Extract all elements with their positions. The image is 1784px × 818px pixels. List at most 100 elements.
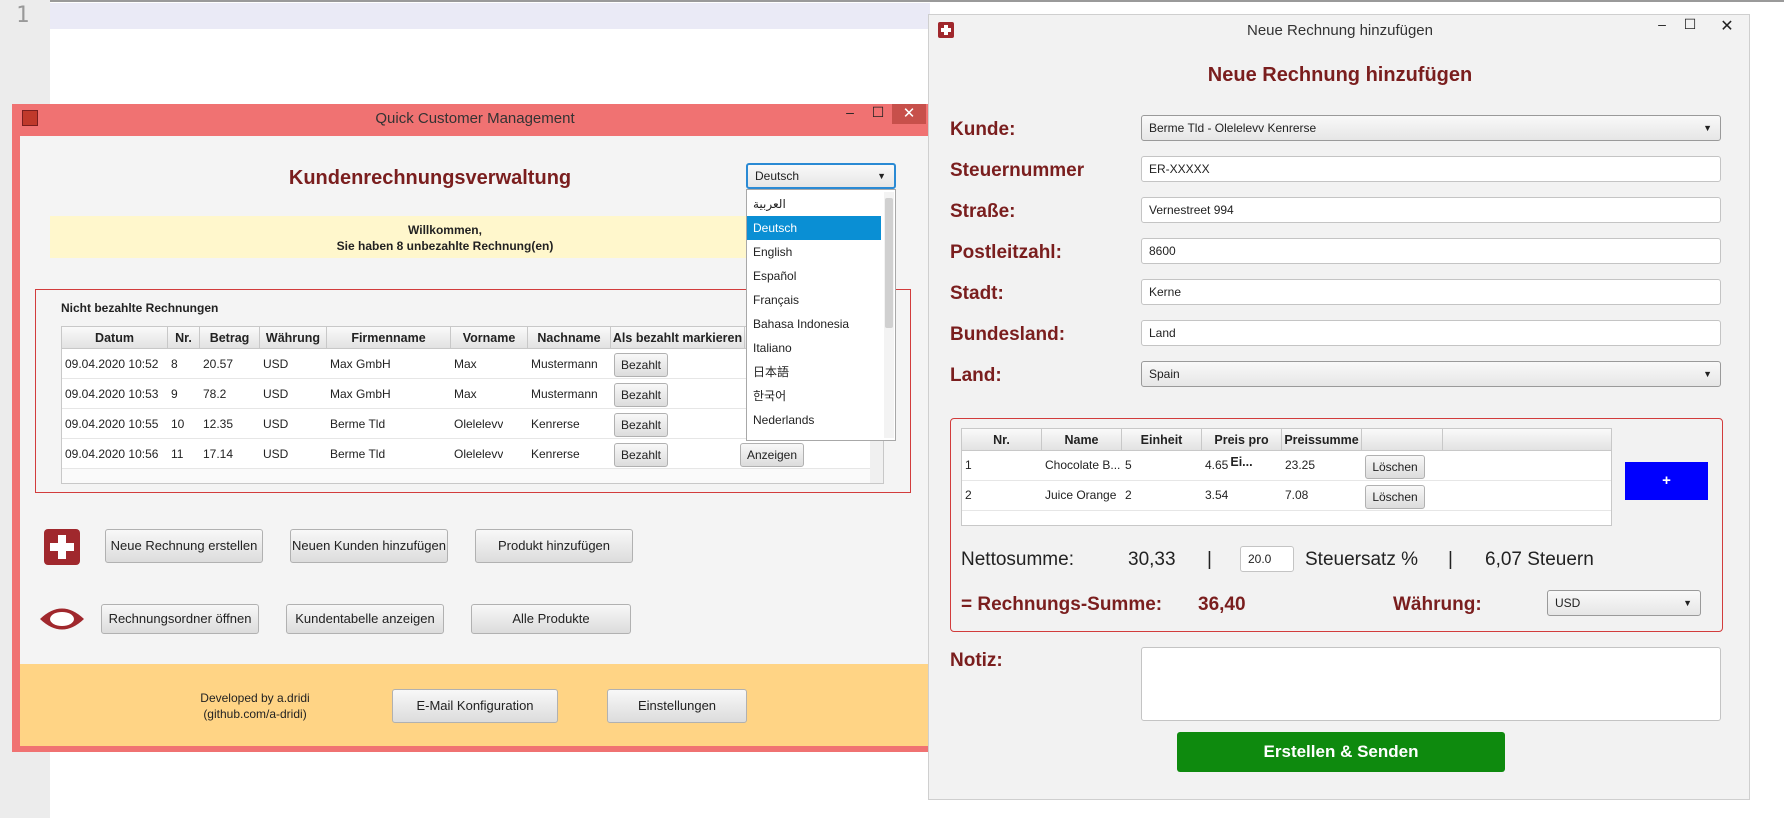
language-option[interactable]: English	[747, 240, 881, 264]
red-cross-icon	[44, 529, 80, 565]
note-textarea[interactable]	[1141, 647, 1721, 721]
products-table[interactable]: Nr. Name Einheit Preis pro Ei... Preissu…	[961, 428, 1612, 526]
cell-nachname: Kenrerse	[531, 447, 580, 461]
label-kunde: Kunde:	[950, 119, 1016, 140]
close-icon[interactable]: ✕	[1710, 16, 1744, 36]
label-strasse: Straße:	[950, 201, 1016, 222]
editor-top-edge	[0, 0, 1784, 2]
cell-preis: 4.65	[1205, 458, 1229, 472]
cell-betrag: 20.57	[203, 357, 234, 371]
label-steuernummer: Steuernummer	[950, 160, 1085, 181]
dropdown-scrollbar[interactable]	[884, 192, 894, 438]
developer-credit: Developed by a.dridi (github.com/a-dridi…	[180, 690, 330, 722]
cell-nachname: Kenrerse	[531, 417, 580, 431]
add-product-row-button[interactable]: +	[1625, 462, 1708, 500]
language-option[interactable]: 한국어	[747, 384, 881, 408]
net-sum-value: 30,33	[1128, 549, 1176, 570]
language-option[interactable]: Nederlands	[747, 408, 881, 432]
cell-name: Juice Orange	[1045, 488, 1117, 502]
delete-product-button[interactable]: Löschen	[1365, 485, 1425, 509]
col-header[interactable]: Nr.	[962, 429, 1042, 451]
label-bundesland: Bundesland:	[950, 324, 1066, 345]
cell-name: Chocolate B...	[1045, 458, 1121, 472]
minimize-icon[interactable]: –	[1650, 16, 1674, 36]
mark-paid-button[interactable]: Bezahlt	[614, 413, 668, 437]
all-products-button[interactable]: Alle Produkte	[471, 604, 631, 634]
new-invoice-button[interactable]: Neue Rechnung erstellen	[105, 529, 263, 563]
cell-einheit: 2	[1125, 488, 1132, 502]
street-field[interactable]: Vernestreet 994	[1141, 197, 1721, 223]
minimize-icon[interactable]: –	[838, 104, 862, 128]
col-header[interactable]: Preissumme	[1282, 429, 1362, 451]
country-select[interactable]: Spain ▼	[1141, 361, 1721, 387]
mark-paid-button[interactable]: Bezahlt	[614, 353, 668, 377]
show-invoice-button[interactable]: Anzeigen	[740, 443, 804, 467]
language-option[interactable]: Español	[747, 264, 881, 288]
city-field[interactable]: Kerne	[1141, 279, 1721, 305]
language-option[interactable]: 日本語	[747, 360, 881, 384]
col-header[interactable]: Datum	[62, 327, 168, 349]
cell-nr: 11	[171, 447, 184, 461]
chevron-down-icon: ▼	[1703, 123, 1712, 133]
email-config-button[interactable]: E-Mail Konfiguration	[392, 689, 558, 723]
cell-waehrung: USD	[263, 417, 289, 431]
cell-nr: 9	[171, 387, 178, 401]
customer-select[interactable]: Berme Tld - Olelelevv Kenrerse ▼	[1141, 115, 1721, 141]
col-header[interactable]: Firmenname	[327, 327, 451, 349]
add-product-button[interactable]: Produkt hinzufügen	[475, 529, 633, 563]
language-option-selected[interactable]: Deutsch	[747, 216, 881, 240]
language-option[interactable]: Italiano	[747, 336, 881, 360]
currency-select[interactable]: USD ▼	[1547, 590, 1701, 616]
mark-paid-button[interactable]: Bezahlt	[614, 443, 668, 467]
state-field[interactable]: Land	[1141, 320, 1721, 346]
unpaid-title: Nicht bezahlte Rechnungen	[61, 301, 219, 315]
cell-datum: 09.04.2020 10:55	[65, 417, 159, 431]
col-header[interactable]: Währung	[260, 327, 327, 349]
col-header[interactable]: Vorname	[451, 327, 528, 349]
col-header[interactable]: Einheit	[1122, 429, 1202, 451]
col-header[interactable]: Name	[1042, 429, 1122, 451]
net-sum-label: Nettosumme:	[961, 549, 1074, 570]
col-header[interactable]: Betrag	[200, 327, 260, 349]
language-option[interactable]: Bahasa Indonesia	[747, 312, 881, 336]
label-postleitzahl: Postleitzahl:	[950, 242, 1062, 263]
delete-product-button[interactable]: Löschen	[1365, 455, 1425, 479]
col-header[interactable]: Nr.	[168, 327, 200, 349]
cell-firma: Max GmbH	[330, 387, 391, 401]
language-dropdown-list[interactable]: العربية Deutsch English Español Français…	[746, 189, 896, 441]
col-header-filler	[1443, 429, 1611, 451]
create-and-send-button[interactable]: Erstellen & Senden	[1177, 732, 1505, 772]
language-option[interactable]: Français	[747, 288, 881, 312]
close-icon[interactable]: ✕	[892, 104, 926, 124]
chevron-down-icon: ▼	[877, 171, 886, 181]
show-customer-table-button[interactable]: Kundentabelle anzeigen	[286, 604, 444, 634]
welcome-banner: Willkommen, Sie haben 8 unbezahlte Rechn…	[50, 216, 840, 258]
cell-firma: Berme Tld	[330, 447, 386, 461]
postal-code-field[interactable]: 8600	[1141, 238, 1721, 264]
language-option[interactable]: العربية	[747, 192, 881, 216]
total-value: 36,40	[1198, 594, 1246, 615]
customer-select-value: Berme Tld - Olelelevv Kenrerse	[1149, 121, 1317, 135]
country-select-value: Spain	[1149, 367, 1180, 381]
cell-waehrung: USD	[263, 447, 289, 461]
settings-button[interactable]: Einstellungen	[607, 689, 747, 723]
maximize-icon[interactable]: ☐	[1678, 16, 1702, 36]
dropdown-scroll-thumb[interactable]	[885, 198, 893, 328]
cell-firma: Berme Tld	[330, 417, 386, 431]
tax-rate-field[interactable]: 20.0	[1240, 546, 1294, 572]
col-header[interactable]: Preis pro Ei...	[1202, 429, 1282, 469]
open-invoice-folder-button[interactable]: Rechnungsordner öffnen	[101, 604, 259, 634]
col-header[interactable]: Als bezahlt markieren	[611, 327, 745, 349]
cell-vorname: Max	[454, 357, 477, 371]
currency-label: Währung:	[1393, 594, 1482, 615]
language-select[interactable]: Deutsch ▼	[746, 163, 896, 189]
eye-icon	[40, 608, 84, 630]
main-window-title: Quick Customer Management	[375, 110, 575, 127]
developer-link[interactable]: (github.com/a-dridi)	[180, 706, 330, 722]
mark-paid-button[interactable]: Bezahlt	[614, 383, 668, 407]
cell-datum: 09.04.2020 10:56	[65, 447, 159, 461]
add-customer-button[interactable]: Neuen Kunden hinzufügen	[290, 529, 448, 563]
maximize-icon[interactable]: ☐	[866, 104, 890, 128]
col-header[interactable]: Nachname	[528, 327, 611, 349]
tax-number-field[interactable]: ER-XXXXX	[1141, 156, 1721, 182]
